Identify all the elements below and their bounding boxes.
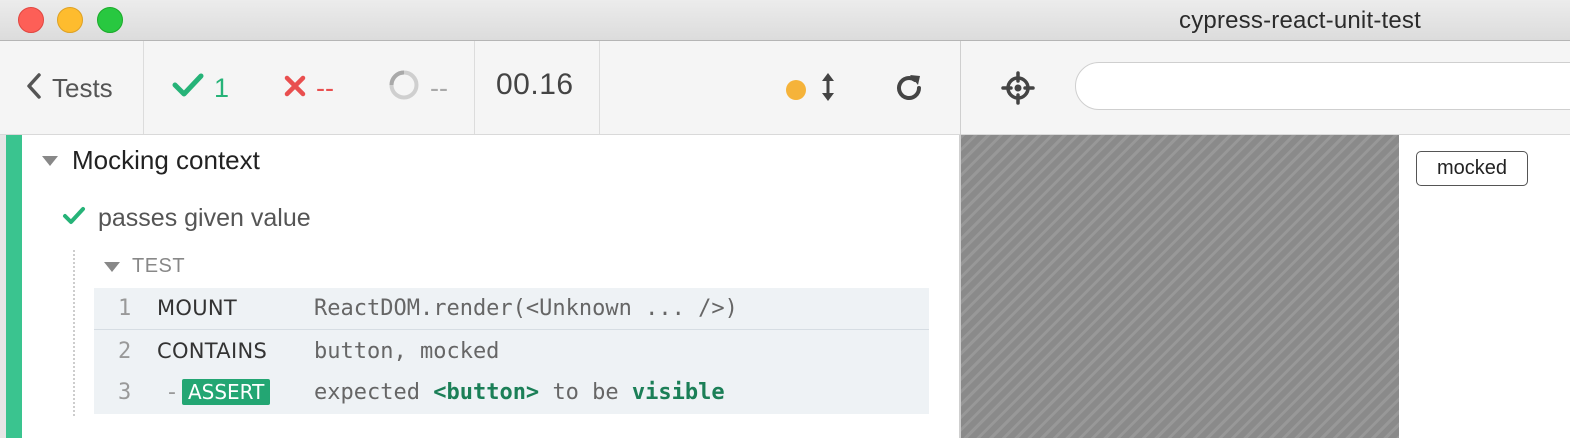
command-number: 2 [118,338,132,364]
suite-title: Mocking context [72,145,260,175]
assert-expectation: visible [631,379,725,405]
command-row[interactable]: 1 MOUNT ReactDOM.render(<Unknown ... />) [94,288,929,328]
test-header[interactable]: passes given value [62,204,311,233]
close-window-button[interactable] [18,7,44,33]
restart-button[interactable] [892,71,926,110]
command-row[interactable]: 2 CONTAINS button, mocked [94,331,929,371]
crosshair-icon [1001,71,1035,109]
reporter-header: Tests 1 -- -- 00.16 [0,41,960,135]
command-message: expected <button> to be visible [314,380,725,405]
status-dot [786,79,806,100]
failed-count-value: -- [316,72,334,103]
failed-count: -- [284,71,334,105]
header-divider [143,41,144,134]
command-number: 1 [118,295,132,321]
suite-state-bar [6,135,22,438]
window-titlebar: cypress-react-unit-test [0,0,1570,41]
minimize-window-button[interactable] [57,7,83,33]
x-icon [284,73,306,104]
command-message: button, mocked [314,338,500,364]
back-to-tests-button[interactable]: Tests [26,71,113,105]
aut-header [961,41,1570,135]
aut-background [961,135,1399,438]
caret-down-icon [104,261,120,272]
assert-subject: <button> [433,379,540,405]
url-input[interactable] [1075,62,1570,110]
command-number: 3 [118,379,132,405]
command-name: CONTAINS [157,339,268,363]
auto-scroll-toggle[interactable] [786,71,836,108]
hook-header[interactable]: TEST [104,255,185,278]
window-title: cypress-react-unit-test [1179,7,1421,34]
check-icon [62,206,86,231]
command-prefix: - [168,379,176,405]
caret-down-icon [42,155,58,166]
assert-badge: ASSERT [181,379,271,405]
suite-header[interactable]: Mocking context [42,145,260,176]
assert-text: expected [314,379,420,405]
command-row[interactable]: 3 - ASSERT expected <button> to be visib… [94,372,929,412]
test-title: passes given value [98,204,311,232]
assert-text: to be [552,379,619,405]
chevron-left-icon [26,72,42,105]
mocked-button[interactable]: mocked [1416,151,1528,186]
command-divider [94,329,929,330]
command-message: ReactDOM.render(<Unknown ... />) [314,295,738,321]
passed-count-value: 1 [214,72,230,103]
test-indent-guide [73,250,75,416]
restart-icon [892,75,926,109]
command-name: - ASSERT [168,379,271,405]
resize-arrows-icon [820,71,836,108]
header-divider [599,41,600,134]
spinner-icon [388,69,420,108]
command-name: MOUNT [157,296,238,320]
back-button-label: Tests [52,72,113,103]
zoom-window-button[interactable] [97,7,123,33]
pending-count: -- [388,69,448,108]
hook-title: TEST [132,255,186,277]
selector-playground-button[interactable] [1001,71,1035,110]
pending-count-value: -- [430,72,448,103]
header-divider [474,41,475,134]
passed-count: 1 [172,71,229,105]
check-icon [172,72,204,105]
run-duration: 00.16 [496,68,574,101]
